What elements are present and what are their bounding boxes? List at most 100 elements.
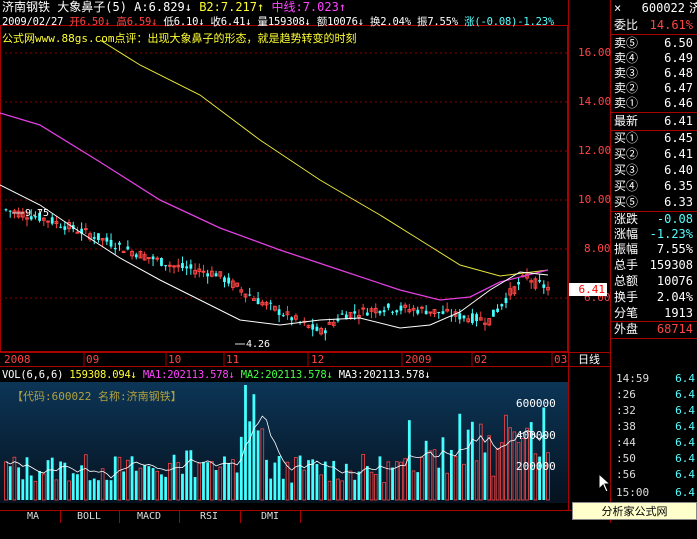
vol-indicator-name[interactable]: VOL(6,6,6) bbox=[2, 369, 63, 381]
ask5-label: 卖⑤ bbox=[614, 36, 639, 50]
volume-bar bbox=[88, 480, 92, 500]
open-value: 开6.50↓ bbox=[69, 16, 111, 28]
tab-divider bbox=[60, 511, 61, 523]
candle-body bbox=[126, 246, 130, 250]
tab-divider bbox=[300, 511, 301, 523]
candle-body bbox=[118, 242, 121, 245]
candle-body bbox=[496, 308, 499, 312]
tick-price: 6.4 bbox=[675, 468, 695, 481]
bid5-label: 买⑤ bbox=[614, 195, 639, 209]
volume-bar bbox=[483, 452, 487, 500]
volume-bar bbox=[105, 479, 109, 500]
stat-pct-label: 涨幅 bbox=[614, 227, 639, 241]
volume-bar bbox=[71, 473, 75, 500]
amplitude-value: 振7.55% bbox=[417, 16, 458, 28]
candle-body bbox=[420, 306, 424, 309]
bid2-label: 买② bbox=[614, 147, 639, 161]
volume-bar bbox=[407, 420, 411, 500]
midline-value: 中线:7.023↑ bbox=[271, 0, 347, 14]
volume-bar bbox=[21, 479, 25, 500]
close-icon[interactable]: × bbox=[614, 1, 621, 16]
bid1-label: 买① bbox=[614, 131, 639, 145]
volume-bar bbox=[273, 462, 277, 500]
candle-body bbox=[151, 256, 155, 260]
candle-body bbox=[441, 311, 445, 314]
ask4-price: 6.49 bbox=[664, 51, 693, 65]
candle-body bbox=[92, 237, 96, 239]
tick-time: :56 bbox=[616, 468, 636, 481]
candle-body bbox=[97, 233, 100, 241]
mouse-cursor-icon bbox=[598, 472, 612, 496]
candle-body bbox=[105, 237, 109, 242]
bid3-price: 6.40 bbox=[664, 163, 693, 177]
volume-bar bbox=[8, 466, 12, 500]
candlestick-series[interactable] bbox=[4, 207, 550, 341]
outer-label: 外盘 bbox=[614, 322, 639, 336]
candle-body bbox=[399, 305, 403, 311]
stat-vol-label: 总手 bbox=[614, 258, 639, 272]
candle-body bbox=[340, 313, 344, 315]
ratio-label: 委比 bbox=[614, 18, 639, 32]
candle-body bbox=[134, 254, 138, 258]
volume-bar bbox=[181, 473, 184, 500]
candle-body bbox=[227, 277, 231, 284]
volume-bar bbox=[17, 467, 21, 500]
tick-time: :32 bbox=[616, 404, 636, 417]
volume-bar bbox=[185, 450, 189, 500]
chart-canvas[interactable] bbox=[0, 0, 697, 523]
volume-bar bbox=[172, 454, 176, 500]
volume-bar bbox=[122, 471, 126, 500]
ask4-label: 卖④ bbox=[614, 51, 639, 65]
tab-dmi[interactable]: DMI bbox=[244, 511, 296, 523]
candle-body bbox=[311, 324, 315, 330]
volume-bar bbox=[449, 449, 453, 500]
volume-bar bbox=[46, 460, 50, 500]
candle-body bbox=[50, 217, 54, 224]
volume-tick: 400000 bbox=[516, 429, 556, 442]
candle-body bbox=[181, 263, 184, 269]
tick-price: 6.4 bbox=[675, 372, 695, 385]
last-value: 6.41 bbox=[664, 114, 693, 128]
volume-bar bbox=[214, 470, 218, 500]
last-label: 最新 bbox=[614, 114, 639, 128]
close-value: 收6.41↓ bbox=[210, 16, 252, 28]
volume-bar bbox=[378, 456, 382, 500]
amount-value: 额10076↓ bbox=[316, 16, 364, 28]
price-tick: 8.00 bbox=[584, 242, 611, 255]
candle-body bbox=[206, 273, 210, 277]
volume-bar bbox=[206, 462, 210, 500]
volume-bar bbox=[76, 474, 79, 500]
tick-time: 15:00 bbox=[616, 486, 650, 499]
volume-bar bbox=[97, 480, 100, 500]
stat-ticks-label: 分笔 bbox=[614, 306, 639, 320]
tab-rsi[interactable]: RSI bbox=[183, 511, 235, 523]
price-tick: 10.00 bbox=[578, 193, 612, 206]
ask3-label: 卖③ bbox=[614, 66, 639, 80]
candle-body bbox=[386, 303, 390, 308]
stat-change-value: -0.08 bbox=[656, 212, 693, 226]
candle-body bbox=[46, 220, 50, 223]
tab-macd[interactable]: MACD bbox=[123, 511, 175, 523]
code-info: 【代码:600022 名称:济南钢铁】 bbox=[12, 390, 182, 403]
outer-value: 68714 bbox=[656, 322, 693, 336]
tab-ma[interactable]: MA bbox=[8, 511, 58, 523]
candle-body bbox=[500, 304, 504, 307]
tab-boll[interactable]: BOLL bbox=[64, 511, 114, 523]
price-tick: 12.00 bbox=[578, 144, 612, 157]
volume-bar bbox=[441, 437, 445, 500]
volume-bar bbox=[269, 478, 273, 500]
stat-amt-label: 总额 bbox=[614, 274, 639, 288]
vol-ma2-value: MA2:202113.578↓ bbox=[240, 369, 333, 381]
tick-time: :26 bbox=[616, 388, 636, 401]
volume-bar bbox=[113, 456, 117, 500]
time-label: 12 bbox=[311, 353, 325, 366]
vol-ma1-value: MA1:202113.578↓ bbox=[142, 369, 235, 381]
candle-body bbox=[424, 310, 428, 315]
bid5-price: 6.33 bbox=[664, 195, 693, 209]
candle-body bbox=[83, 228, 88, 231]
volume-value: 量159308↓ bbox=[257, 16, 311, 28]
timeframe-selector[interactable]: 日线 bbox=[578, 354, 600, 366]
volume-bar bbox=[315, 464, 319, 500]
volume-bar bbox=[202, 461, 205, 500]
volume-bar bbox=[193, 477, 197, 500]
